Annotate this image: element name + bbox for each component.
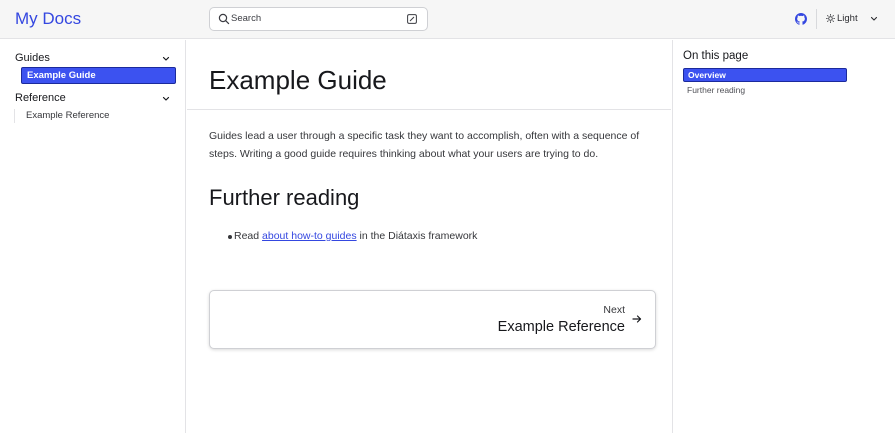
table-of-contents: On this page Overview Further reading [672,40,895,433]
chevron-down-icon [162,56,170,61]
bullet-suffix: in the Diátaxis framework [356,230,478,242]
how-to-guides-link[interactable]: about how-to guides [262,230,357,242]
sidebar-group-label: Guides [15,52,50,64]
main-content: Example Guide Guides lead a user through… [187,40,671,433]
search-icon [218,13,230,25]
theme-label: Light [837,13,858,24]
sidebar-item-example-reference[interactable]: Example Reference [14,109,169,123]
section-heading: Further reading [209,185,360,210]
chevron-down-icon [162,96,170,101]
toc-item-further-reading[interactable]: Further reading [683,84,847,98]
bullet-marker [228,235,232,239]
sidebar-group-reference[interactable]: Reference [15,92,170,106]
chevron-down-icon [870,16,878,21]
next-page-link[interactable]: Next Example Reference [209,290,656,349]
arrow-right-icon [632,315,642,323]
sidebar-nav: Guides Example Guide Reference Example R… [0,40,186,433]
header-divider [816,9,817,29]
page-title: Example Guide [209,65,387,95]
site-header: My Docs Search Light [0,0,895,39]
bullet-prefix: Read [234,230,263,242]
toc-item-overview[interactable]: Overview [683,68,847,82]
keyboard-shortcut-icon [407,14,417,24]
sidebar-group-guides[interactable]: Guides [15,52,170,66]
intro-paragraph: Guides lead a user through a specific ta… [209,130,640,160]
sidebar-item-example-guide[interactable]: Example Guide [21,67,176,84]
search-input[interactable]: Search [209,7,428,31]
toc-heading: On this page [683,50,749,62]
search-placeholder: Search [231,13,262,24]
sidebar-group-label: Reference [15,92,66,104]
list-item: Read about how-to guides in the Diátaxis… [234,230,477,242]
title-divider [187,109,671,110]
next-label: Next [603,304,625,316]
next-page-title: Example Reference [497,319,625,335]
github-icon[interactable] [795,13,807,25]
sun-icon [826,14,835,23]
site-title-link[interactable]: My Docs [15,9,81,29]
